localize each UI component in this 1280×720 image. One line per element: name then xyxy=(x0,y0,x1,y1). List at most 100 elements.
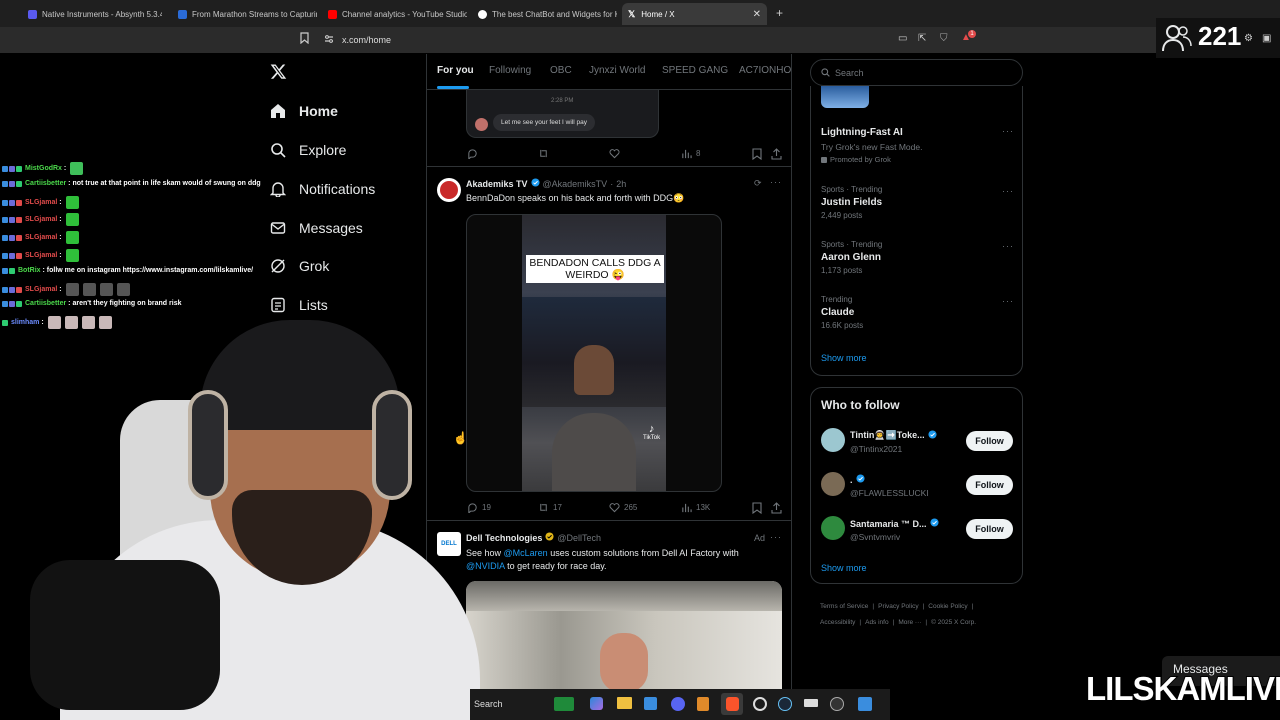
promo-name: Lightning-Fast AI xyxy=(821,127,903,138)
browser-tab[interactable]: Native Instruments - Absynth 5.3.4 S xyxy=(22,3,162,25)
avatar[interactable] xyxy=(437,178,461,202)
tab-actionhouse[interactable]: AC7IONHOU xyxy=(739,65,791,76)
tab-following[interactable]: Following xyxy=(489,65,531,76)
browser-tab[interactable]: The best ChatBot and Widgets for Ki xyxy=(472,3,617,25)
trend-item[interactable]: Sports · Trending Aaron Glenn 1,173 post… xyxy=(821,240,882,275)
tab-speed-gang[interactable]: SPEED GANG xyxy=(662,65,728,76)
widget-icon[interactable] xyxy=(554,697,574,711)
views-button[interactable]: 8 xyxy=(681,148,700,159)
author-name[interactable]: Akademiks TV xyxy=(466,179,528,189)
url-text[interactable]: x.com/home xyxy=(342,35,391,45)
app-icon[interactable] xyxy=(697,697,709,711)
who-to-follow-card: Who to follow Tintin👨‍🚀➡️Toke... @Tintin… xyxy=(810,387,1023,584)
like-button[interactable] xyxy=(609,148,624,159)
tab-obc[interactable]: OBC xyxy=(550,65,572,76)
chat-username: SLGjamal xyxy=(25,286,58,293)
obs-icon[interactable] xyxy=(753,697,767,711)
repost-button[interactable]: 17 xyxy=(538,502,562,513)
more-options-icon[interactable]: ··· xyxy=(770,532,782,542)
nav-home[interactable]: Home xyxy=(270,103,338,119)
app-icon[interactable] xyxy=(858,697,872,711)
bookmark-icon[interactable] xyxy=(752,501,762,519)
browser-tab-active[interactable]: 𝕏 Home / X ✕ xyxy=(622,3,767,25)
chat-message: SLGjamal : xyxy=(2,231,79,244)
avatar[interactable] xyxy=(821,472,845,496)
store-icon[interactable] xyxy=(644,697,657,710)
show-more-link[interactable]: Show more xyxy=(821,563,867,573)
tab-jynxzi-world[interactable]: Jynxzi World xyxy=(589,65,646,76)
footer-link[interactable]: More ··· xyxy=(898,619,921,626)
4k-app-icon[interactable] xyxy=(830,697,844,711)
more-options-icon[interactable]: ··· xyxy=(1002,241,1014,251)
site-settings-icon[interactable] xyxy=(324,34,334,47)
browser-tab[interactable]: From Marathon Streams to Capturing xyxy=(172,3,317,25)
discord-icon[interactable] xyxy=(671,697,685,711)
extensions-icon[interactable]: ⚙ xyxy=(1244,33,1253,44)
headphone-right xyxy=(372,390,412,500)
footer-link[interactable]: Accessibility xyxy=(820,619,855,626)
cast-icon[interactable]: ▭ xyxy=(898,33,907,44)
verified-gold-badge-icon xyxy=(545,532,554,543)
footer-link[interactable]: Ads info xyxy=(865,619,889,626)
promo-item[interactable]: Lightning-Fast AI Try Grok's new Fast Mo… xyxy=(821,127,922,164)
grok-analyze-icon[interactable]: ⟳ xyxy=(754,178,762,189)
folder-icon[interactable] xyxy=(617,697,632,709)
more-options-icon[interactable]: ··· xyxy=(1002,186,1014,196)
suggestion-name-row[interactable]: Santamaria ™ D... xyxy=(850,518,939,529)
taskbar-search[interactable]: Search xyxy=(474,699,503,709)
app-icon[interactable] xyxy=(804,699,818,707)
show-more-link[interactable]: Show more xyxy=(821,353,867,363)
chat-badges xyxy=(2,300,22,307)
views-button[interactable]: 13K xyxy=(681,502,710,513)
footer-copyright: © 2025 X Corp. xyxy=(931,619,977,626)
footer-link[interactable]: Privacy Policy xyxy=(878,603,918,610)
mention-link[interactable]: @McLaren xyxy=(504,548,548,558)
chat-message: SLGjamal : xyxy=(2,283,130,296)
search-box[interactable]: Search xyxy=(810,59,1023,86)
streamer-name-overlay: LILSKAMLIVE xyxy=(1086,670,1280,708)
tab-for-you[interactable]: For you xyxy=(437,65,474,76)
trend-item[interactable]: Trending Claude 16.6K posts xyxy=(821,295,863,330)
steam-icon[interactable] xyxy=(778,697,792,711)
browser-tab[interactable]: Channel analytics - YouTube Studio xyxy=(322,3,467,25)
avatar[interactable] xyxy=(821,428,845,452)
more-options-icon[interactable]: ··· xyxy=(1002,126,1014,136)
post-time[interactable]: 2h xyxy=(616,179,626,189)
footer-link[interactable]: Cookie Policy xyxy=(928,603,967,610)
footer-link[interactable]: Terms of Service xyxy=(820,603,868,610)
share-icon[interactable] xyxy=(771,147,782,165)
reply-button[interactable] xyxy=(467,148,482,159)
bookmark-icon[interactable] xyxy=(752,147,762,165)
follow-button[interactable]: Follow xyxy=(966,475,1013,495)
brave-icon[interactable] xyxy=(726,697,739,711)
timeline-tabs: For you Following OBC Jynxzi World SPEED… xyxy=(427,54,791,90)
follow-button[interactable]: Follow xyxy=(966,519,1013,539)
nav-explore[interactable]: Explore xyxy=(270,142,346,158)
shield-icon[interactable]: ⛉ xyxy=(940,33,948,44)
suggestion-name-row[interactable]: . xyxy=(850,474,865,485)
close-tab-icon[interactable]: ✕ xyxy=(753,9,761,20)
share-icon[interactable] xyxy=(771,501,782,519)
like-button[interactable]: 265 xyxy=(609,502,637,513)
trend-count: 2,449 posts xyxy=(821,211,863,220)
follow-button[interactable]: Follow xyxy=(966,431,1013,451)
post-video[interactable]: BENDADON CALLS DDG A WEIRDO 😜 ♪ TikTok xyxy=(466,214,722,492)
x-logo-icon[interactable] xyxy=(270,63,287,85)
trend-item[interactable]: Sports · Trending Justin Fields 2,449 po… xyxy=(821,185,882,220)
chat-message: BotRix : follw me on instagram https://w… xyxy=(2,267,253,274)
share-icon[interactable]: ⇱ xyxy=(918,33,926,44)
suggestion-name-row[interactable]: Tintin👨‍🚀➡️Toke... xyxy=(850,430,937,441)
copilot-icon[interactable] xyxy=(590,697,603,710)
author-handle[interactable]: @DellTech xyxy=(557,533,601,543)
search-placeholder: Search xyxy=(835,67,864,78)
active-tab-indicator xyxy=(437,86,469,89)
repost-button[interactable] xyxy=(538,148,553,159)
bookmark-icon[interactable] xyxy=(300,32,309,47)
new-tab-icon[interactable]: + xyxy=(776,6,783,20)
post-image[interactable]: 2:28 PM Let me see your feet I will pay xyxy=(466,90,659,138)
author-handle[interactable]: @AkademiksTV xyxy=(543,179,608,189)
avatar[interactable] xyxy=(821,516,845,540)
more-options-icon[interactable]: ··· xyxy=(1002,296,1014,306)
more-options-icon[interactable]: ··· xyxy=(770,177,782,187)
sidebar-toggle-icon[interactable]: ▣ xyxy=(1262,33,1271,44)
